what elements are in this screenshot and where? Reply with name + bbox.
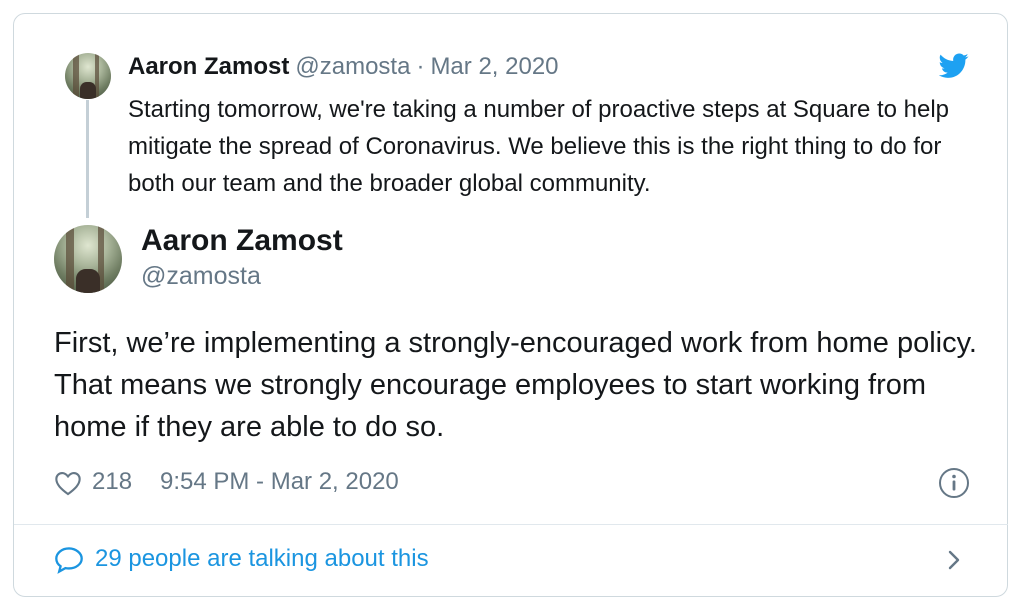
author-handle[interactable]: @zamosta: [141, 262, 261, 291]
quoted-tweet-header: Aaron Zamost @zamosta · Mar 2, 2020: [128, 53, 559, 81]
tweet-meta-row: 218 9:54 PM - Mar 2, 2020: [54, 466, 974, 500]
author-avatar[interactable]: [54, 225, 122, 293]
info-icon[interactable]: [938, 467, 970, 499]
chevron-right-icon[interactable]: [944, 548, 964, 572]
conversation-link-row[interactable]: 29 people are talking about this: [54, 542, 970, 578]
like-count[interactable]: 218: [92, 468, 132, 496]
tweet-timestamp[interactable]: 9:54 PM - Mar 2, 2020: [160, 468, 399, 496]
author-name[interactable]: Aaron Zamost: [141, 224, 343, 258]
speech-bubble-icon: [55, 547, 83, 574]
quoted-author-name[interactable]: Aaron Zamost: [128, 53, 289, 80]
thread-connector-line: [86, 100, 89, 218]
talking-about-link[interactable]: 29 people are talking about this: [95, 545, 429, 573]
quoted-author-avatar[interactable]: [65, 53, 111, 99]
quoted-author-handle[interactable]: @zamosta: [295, 53, 410, 80]
quoted-separator: ·: [416, 53, 425, 80]
card-divider: [14, 524, 1008, 525]
heart-icon[interactable]: [54, 470, 82, 496]
tweet-text: First, we’re implementing a strongly-enc…: [54, 327, 977, 443]
twitter-bird-icon[interactable]: [939, 53, 969, 79]
quoted-date[interactable]: Mar 2, 2020: [430, 53, 558, 80]
quoted-tweet-text: Starting tomorrow, we're taking a number…: [128, 96, 950, 197]
